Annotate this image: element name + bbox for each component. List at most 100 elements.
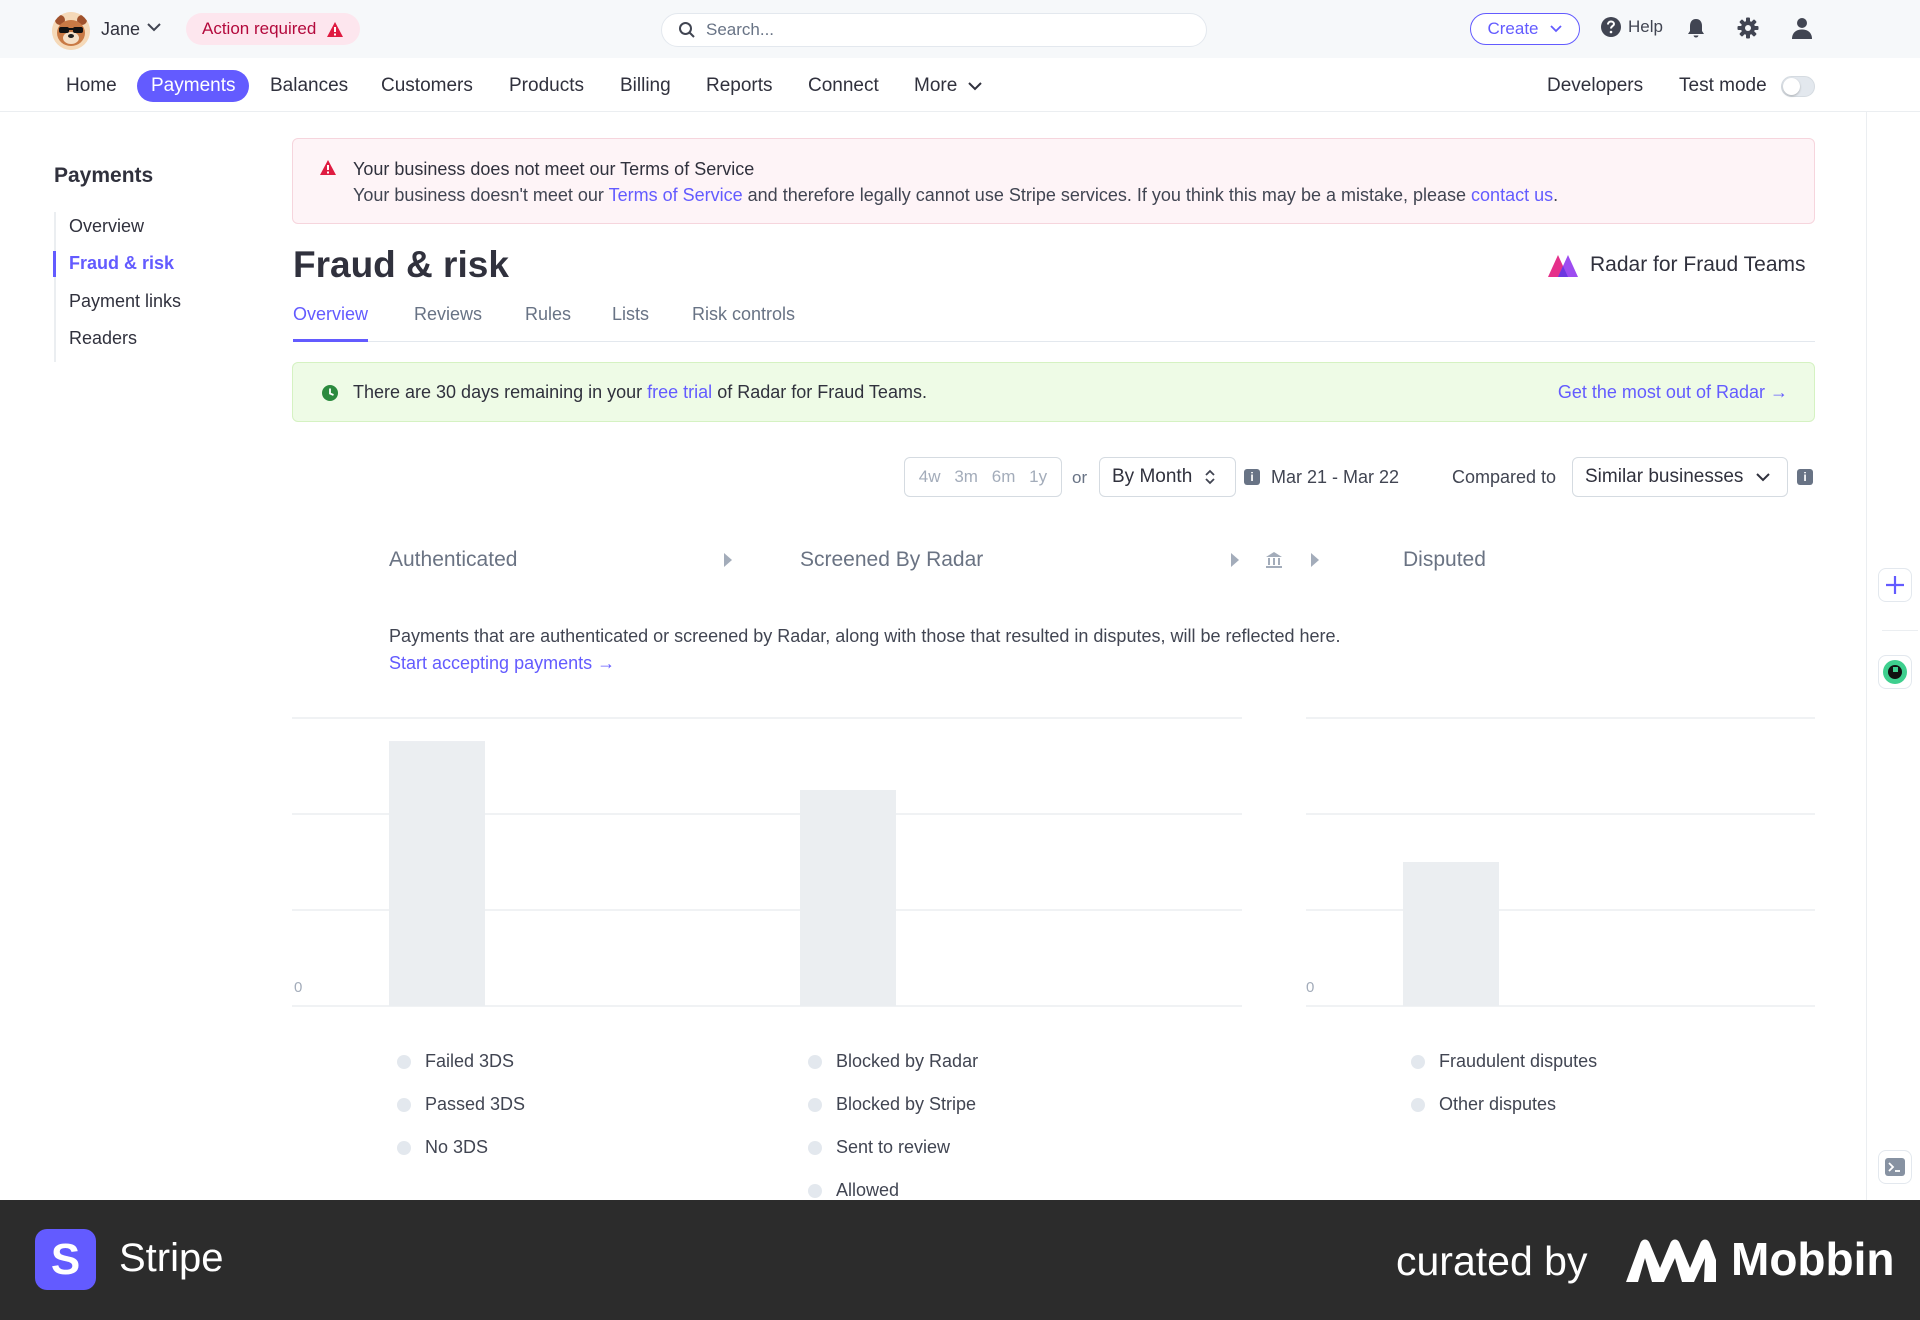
user-name[interactable]: Jane	[101, 19, 140, 40]
nav-customers[interactable]: Customers	[381, 70, 473, 102]
app-shortcut-button[interactable]	[1878, 655, 1912, 689]
legend-label: Failed 3DS	[425, 1051, 515, 1071]
create-button[interactable]: Create	[1470, 13, 1580, 45]
trial-text-part: of Radar for Fraud Teams.	[712, 382, 927, 402]
legend-passed-3ds[interactable]: Passed 3DS	[397, 1094, 525, 1115]
legend-sent-to-review[interactable]: Sent to review	[808, 1137, 950, 1158]
legend-dot	[397, 1054, 411, 1069]
alert-body: Your business doesn't meet our Terms of …	[353, 185, 1558, 206]
free-trial-link[interactable]: free trial	[647, 382, 712, 402]
footer-bar: S Stripe curated by Mobbin	[0, 1200, 1920, 1320]
nav-connect[interactable]: Connect	[808, 70, 879, 102]
search-input[interactable]	[706, 20, 1186, 40]
legend-failed-3ds[interactable]: Failed 3DS	[397, 1051, 514, 1072]
chevron-down-icon	[1756, 473, 1771, 482]
search-bar[interactable]	[661, 13, 1207, 47]
sidebar-active-indicator	[53, 251, 56, 277]
compared-to-select[interactable]: Similar businesses	[1572, 457, 1788, 497]
legend-dot	[808, 1183, 822, 1198]
rail-separator	[1882, 630, 1918, 631]
legend-blocked-by-stripe[interactable]: Blocked by Stripe	[808, 1094, 976, 1115]
get-most-out-of-radar-link[interactable]: Get the most out of Radar →	[1558, 382, 1788, 403]
trial-text: There are 30 days remaining in your free…	[353, 382, 927, 403]
tab-reviews[interactable]: Reviews	[414, 304, 482, 342]
action-required-badge[interactable]: Action required	[186, 13, 361, 45]
tab-risk-controls[interactable]: Risk controls	[692, 304, 795, 342]
terminal-icon	[1885, 1158, 1905, 1176]
user-avatar[interactable]	[52, 12, 90, 50]
warning-icon	[320, 160, 336, 175]
legend-dot	[397, 1140, 411, 1155]
right-chart-zero-label: 0	[1306, 979, 1314, 996]
or-label: or	[1072, 468, 1088, 487]
stripe-name: Stripe	[119, 1236, 224, 1280]
legend-dot	[808, 1140, 822, 1155]
right-chart-grid	[1306, 717, 1815, 1007]
trial-banner: There are 30 days remaining in your free…	[292, 362, 1815, 422]
compared-info-icon[interactable]: i	[1797, 469, 1813, 485]
app-logo-icon	[1883, 660, 1907, 684]
test-mode-toggle[interactable]	[1781, 76, 1815, 97]
search-icon	[679, 22, 695, 38]
terms-of-service-link[interactable]: Terms of Service	[609, 185, 743, 205]
caret-right-icon	[1311, 553, 1319, 567]
legend-no-3ds[interactable]: No 3DS	[397, 1137, 488, 1158]
radar-product-badge: Radar for Fraud Teams	[1546, 251, 1806, 279]
chevron-down-icon	[1549, 25, 1562, 33]
tab-overview[interactable]: Overview	[293, 304, 369, 342]
account-icon[interactable]	[1790, 16, 1814, 40]
sidebar-item-overview[interactable]: Overview	[69, 216, 144, 237]
sidebar-title: Payments	[54, 164, 154, 187]
shell-button[interactable]	[1878, 1150, 1912, 1184]
legend-fraudulent-disputes[interactable]: Fraudulent disputes	[1411, 1051, 1597, 1072]
flow-step-authenticated: Authenticated	[389, 548, 518, 571]
legend-dot	[1411, 1097, 1425, 1112]
nav-balances[interactable]: Balances	[270, 70, 348, 102]
help-icon	[1601, 17, 1621, 37]
contact-us-link[interactable]: contact us	[1471, 185, 1553, 205]
alert-title: Your business does not meet our Terms of…	[353, 159, 755, 179]
page-title: Fraud & risk	[293, 244, 509, 285]
left-chart-zero-label: 0	[294, 979, 302, 996]
legend-label: Sent to review	[836, 1137, 951, 1157]
nav-reports[interactable]: Reports	[706, 70, 773, 102]
authenticated-placeholder-bar	[389, 741, 485, 1006]
legend-other-disputes[interactable]: Other disputes	[1411, 1094, 1556, 1115]
alert-body-text: .	[1553, 185, 1559, 205]
nav-developers[interactable]: Developers	[1547, 70, 1643, 102]
radar-logo-icon	[1548, 255, 1578, 277]
chevron-down-icon	[968, 82, 983, 91]
date-range[interactable]: Mar 21 - Mar 22	[1271, 467, 1399, 488]
nav-more[interactable]: More	[914, 70, 983, 102]
help-label: Help	[1628, 17, 1663, 36]
tab-lists[interactable]: Lists	[612, 304, 649, 342]
nav-payments[interactable]: Payments	[137, 70, 250, 102]
start-accepting-payments-link[interactable]: Start accepting payments →	[389, 653, 615, 674]
nav-home[interactable]: Home	[66, 70, 117, 102]
tab-rules[interactable]: Rules	[525, 304, 571, 342]
range-preset-4w[interactable]: 4w	[919, 467, 941, 487]
legend-allowed[interactable]: Allowed	[808, 1180, 899, 1201]
date-info-icon[interactable]: i	[1244, 469, 1260, 485]
sidebar-item-payment-links[interactable]: Payment links	[69, 291, 181, 312]
nav-products[interactable]: Products	[509, 70, 584, 102]
range-preset-6m[interactable]: 6m	[992, 467, 1016, 487]
notification-bell-icon[interactable]	[1685, 17, 1707, 39]
mobbin-name: Mobbin	[1731, 1233, 1895, 1285]
range-preset-1y[interactable]: 1y	[1029, 467, 1047, 487]
legend-label: No 3DS	[425, 1137, 489, 1157]
sidebar-list-rule	[54, 212, 56, 362]
add-shortcut-button[interactable]	[1878, 568, 1912, 602]
sidebar-item-fraud-risk[interactable]: Fraud & risk	[69, 253, 174, 274]
sidebar-item-readers[interactable]: Readers	[69, 328, 137, 349]
chevron-down-icon[interactable]	[146, 19, 162, 35]
legend-blocked-by-radar[interactable]: Blocked by Radar	[808, 1051, 978, 1072]
interval-select[interactable]: By Month	[1099, 457, 1236, 497]
chevron-up-down-icon	[1205, 469, 1215, 485]
help-button[interactable]: Help	[1600, 16, 1663, 38]
stripe-logo: S	[35, 1229, 96, 1290]
range-preset-3m[interactable]: 3m	[954, 467, 978, 487]
nav-billing[interactable]: Billing	[620, 70, 671, 102]
alert-body-text: Your business doesn't meet our	[353, 185, 609, 205]
gear-icon[interactable]	[1737, 17, 1759, 39]
